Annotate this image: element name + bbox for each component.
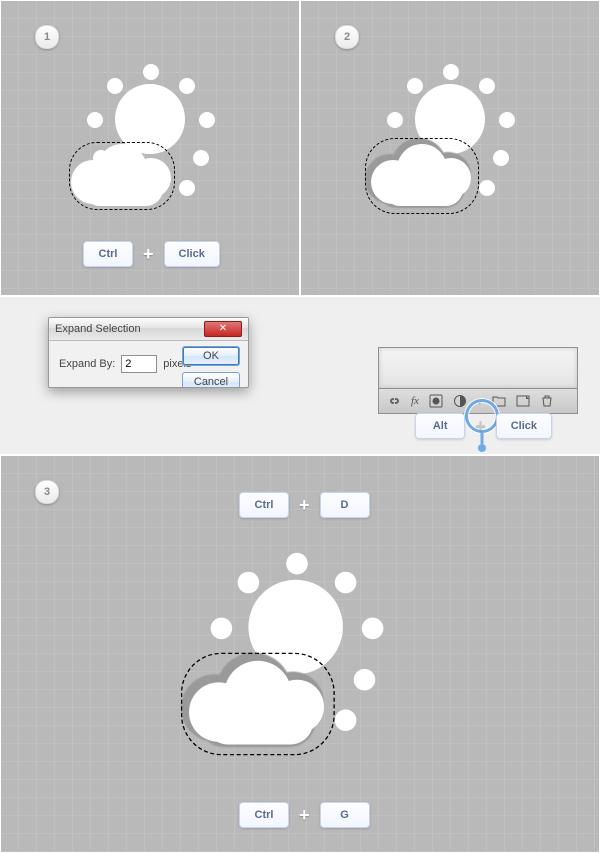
sun-core	[115, 84, 185, 154]
mask-icon[interactable]	[429, 394, 443, 408]
selection-marquee-expanded	[181, 653, 335, 756]
trash-icon[interactable]	[540, 394, 554, 408]
step-panel-1: 1 Ctrl + Click	[0, 0, 300, 296]
close-icon[interactable]: ✕	[204, 321, 242, 337]
plus-icon: +	[143, 244, 154, 265]
selection-marquee	[69, 142, 175, 210]
panels-top-row: 1 Ctrl + Click 2	[0, 0, 600, 296]
step-badge-1: 1	[35, 25, 59, 49]
shortcut-ctrl-g: Ctrl + G	[239, 802, 370, 828]
sun-ray	[407, 78, 423, 94]
new-layer-icon[interactable]	[516, 394, 530, 408]
cloud-shape	[189, 655, 329, 744]
fx-icon[interactable]: fx	[411, 395, 419, 407]
key-click[interactable]: Click	[164, 241, 220, 267]
expand-selection-dialog: Expand Selection ✕ Expand By: pixels OK …	[48, 317, 249, 388]
cloud-expanded-outline	[186, 653, 334, 750]
cloud-shape	[371, 140, 475, 206]
plus-icon: +	[299, 805, 310, 826]
cancel-button[interactable]: Cancel	[182, 372, 240, 388]
sun-core	[415, 84, 485, 154]
step-badge-3: 3	[35, 480, 59, 504]
sun-ray	[93, 150, 109, 166]
step-badge-2: 2	[335, 25, 359, 49]
adjustment-icon[interactable]	[453, 394, 467, 408]
key-ctrl[interactable]: Ctrl	[239, 492, 289, 518]
sun-ray	[354, 669, 376, 691]
sun-ray	[286, 553, 308, 575]
key-g[interactable]: G	[320, 802, 370, 828]
expand-by-label: Expand By:	[59, 358, 115, 370]
sun-ray	[393, 150, 409, 166]
expand-by-input[interactable]	[121, 355, 157, 373]
layers-panel-bg	[378, 347, 578, 388]
sun-ray	[443, 64, 459, 80]
sun-ray	[211, 618, 233, 640]
key-alt[interactable]: Alt	[415, 413, 465, 439]
layers-panel-footer: fx ▾	[378, 347, 578, 414]
plus-icon: +	[299, 495, 310, 516]
sun-ray	[499, 112, 515, 128]
key-ctrl[interactable]: Ctrl	[83, 241, 133, 267]
step-panel-3: 3 Ctrl + D Ctrl + G	[0, 455, 600, 853]
shortcut-alt-click: Alt + Click	[415, 413, 552, 439]
step-panel-2: 2	[300, 0, 600, 296]
cloud-expanded-outline	[369, 138, 479, 210]
dialog-titlebar[interactable]: Expand Selection ✕	[49, 318, 248, 341]
sun-ray	[479, 78, 495, 94]
sun-ray	[143, 64, 159, 80]
middle-strip: Expand Selection ✕ Expand By: pixels OK …	[0, 296, 600, 455]
sun-ray	[238, 572, 260, 594]
shortcut-ctrl-click: Ctrl + Click	[83, 241, 220, 267]
ok-button[interactable]: OK	[182, 346, 240, 366]
key-ctrl[interactable]: Ctrl	[239, 802, 289, 828]
sun-ray	[87, 112, 103, 128]
cloud-shape	[71, 140, 175, 206]
sun-ray	[493, 150, 509, 166]
sun-ray	[362, 618, 384, 640]
key-click[interactable]: Click	[496, 413, 552, 439]
plus-icon: +	[475, 416, 486, 437]
sun-ray	[193, 150, 209, 166]
sun-ray	[179, 78, 195, 94]
selection-marquee-expanded	[365, 138, 479, 214]
sun-ray	[107, 78, 123, 94]
sun-ray	[479, 180, 495, 196]
sun-ray	[335, 572, 357, 594]
sun-ray	[179, 180, 195, 196]
sun-ray	[199, 112, 215, 128]
link-icon[interactable]	[387, 394, 401, 408]
sun-ray	[219, 669, 241, 691]
shortcut-ctrl-d: Ctrl + D	[239, 492, 370, 518]
sun-ray	[335, 709, 357, 731]
key-d[interactable]: D	[320, 492, 370, 518]
sun-core	[248, 580, 343, 675]
sun-ray	[387, 112, 403, 128]
dialog-title: Expand Selection	[55, 323, 141, 335]
